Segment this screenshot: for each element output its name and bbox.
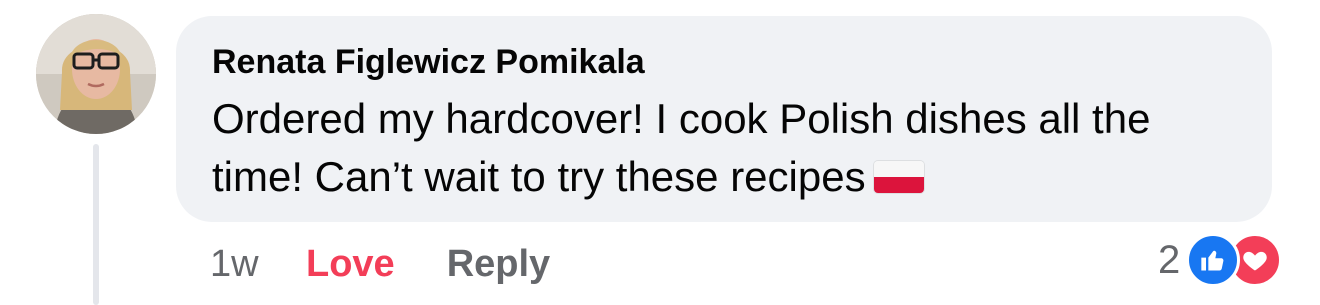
comment-actions: 1w Love Reply [210, 240, 550, 288]
profile-photo [36, 14, 156, 134]
thread-line [93, 144, 99, 305]
comment-text-content: Ordered my hardcover! I cook Polish dish… [212, 95, 1151, 200]
avatar[interactable] [36, 14, 156, 134]
reply-button[interactable]: Reply [447, 243, 550, 286]
reactions-summary[interactable]: 2 [1158, 232, 1283, 288]
author-name[interactable]: Renata Figlewicz Pomikala [212, 42, 1238, 82]
love-button[interactable]: Love [306, 243, 395, 286]
poland-flag-icon [873, 161, 924, 193]
reaction-count: 2 [1158, 237, 1181, 282]
comment-bubble: Renata Figlewicz Pomikala Ordered my har… [176, 16, 1272, 222]
like-icon [1186, 233, 1241, 287]
comment-text: Ordered my hardcover! I cook Polish dish… [212, 90, 1252, 206]
comment: Renata Figlewicz Pomikala Ordered my har… [0, 0, 1320, 305]
timestamp[interactable]: 1w [210, 243, 302, 286]
